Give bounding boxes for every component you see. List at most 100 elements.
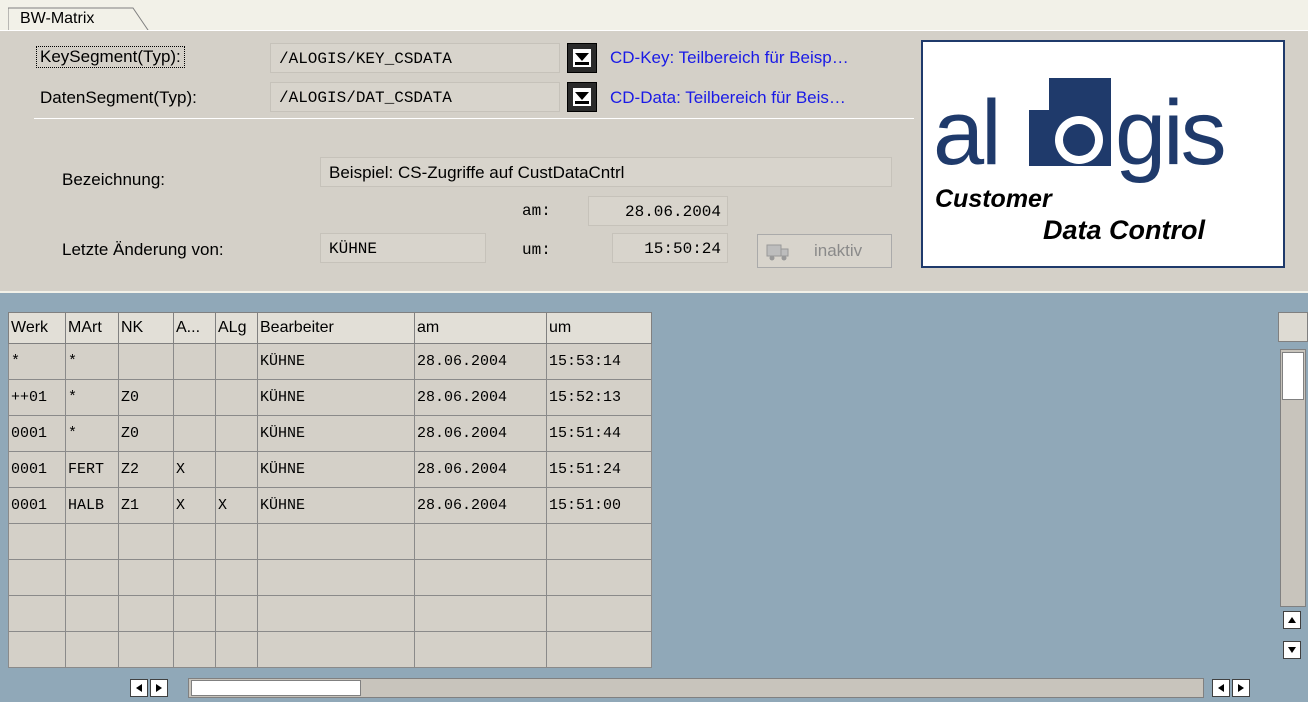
table-cell[interactable]: X [215,487,258,524]
inactive-button[interactable]: inaktiv [757,234,892,268]
horizontal-scrollbar[interactable] [188,678,1204,698]
table-cell[interactable]: 28.06.2004 [414,415,547,452]
table-cell[interactable] [414,595,547,632]
table-row[interactable]: * * KÜHNE 28.06.2004 15:53:14 [8,343,652,380]
tab-bw-matrix[interactable]: BW-Matrix [8,6,151,34]
table-row[interactable] [8,631,652,668]
table-cell[interactable] [8,631,66,668]
table-cell[interactable] [118,523,174,560]
column-header[interactable]: A... [173,312,216,344]
table-cell[interactable]: * [65,343,119,380]
column-scroll-right-button[interactable] [150,679,168,697]
table-row[interactable] [8,559,652,596]
table-cell[interactable] [546,523,652,560]
vertical-scroll-thumb[interactable] [1282,352,1304,400]
table-cell[interactable]: 28.06.2004 [414,451,547,488]
table-cell[interactable] [215,559,258,596]
table-cell[interactable] [173,379,216,416]
column-header[interactable]: ALg [215,312,258,344]
table-cell[interactable] [65,631,119,668]
column-header[interactable]: NK [118,312,174,344]
table-cell[interactable] [65,559,119,596]
table-cell[interactable]: 28.06.2004 [414,379,547,416]
table-cell[interactable]: FERT [65,451,119,488]
table-cell[interactable] [215,379,258,416]
table-cell[interactable]: 28.06.2004 [414,487,547,524]
table-cell[interactable]: 28.06.2004 [414,343,547,380]
table-cell[interactable]: HALB [65,487,119,524]
scroll-up-button[interactable] [1283,611,1301,629]
table-cell[interactable] [118,559,174,596]
data-segment-field[interactable]: /ALOGIS/DAT_CSDATA [270,82,560,112]
table-cell[interactable]: 15:53:14 [546,343,652,380]
table-cell[interactable]: * [8,343,66,380]
table-cell[interactable] [546,595,652,632]
table-cell[interactable] [215,595,258,632]
table-cell[interactable] [215,523,258,560]
table-cell[interactable]: Z1 [118,487,174,524]
table-cell[interactable]: KÜHNE [257,343,415,380]
key-segment-dropdown-button[interactable] [567,43,597,73]
table-row[interactable]: ++01 * Z0 KÜHNE 28.06.2004 15:52:13 [8,379,652,416]
table-cell[interactable]: 15:51:24 [546,451,652,488]
table-cell[interactable] [173,631,216,668]
table-cell[interactable] [65,595,119,632]
table-cell[interactable] [8,595,66,632]
table-row[interactable]: 0001 * Z0 KÜHNE 28.06.2004 15:51:44 [8,415,652,452]
table-row[interactable] [8,523,652,560]
table-cell[interactable] [118,343,174,380]
column-header[interactable]: um [546,312,652,344]
scroll-right-button[interactable] [1232,679,1250,697]
table-cell[interactable]: 0001 [8,487,66,524]
table-cell[interactable] [8,523,66,560]
scroll-down-button[interactable] [1283,641,1301,659]
table-cell[interactable] [173,595,216,632]
data-segment-dropdown-button[interactable] [567,82,597,112]
table-cell[interactable]: 15:51:00 [546,487,652,524]
table-row[interactable]: 0001 HALB Z1 X X KÜHNE 28.06.2004 15:51:00 [8,487,652,524]
table-cell[interactable] [65,523,119,560]
table-cell[interactable] [118,631,174,668]
column-header[interactable]: am [414,312,547,344]
table-cell[interactable]: 0001 [8,415,66,452]
table-cell[interactable]: * [65,379,119,416]
table-cell[interactable]: X [173,451,216,488]
table-cell[interactable] [546,559,652,596]
table-cell[interactable]: 15:51:44 [546,415,652,452]
table-cell[interactable] [414,559,547,596]
table-settings-button[interactable] [1278,312,1308,342]
table-cell[interactable]: 0001 [8,451,66,488]
table-cell[interactable] [257,595,415,632]
table-cell[interactable] [215,343,258,380]
table-cell[interactable]: KÜHNE [257,487,415,524]
table-cell[interactable] [118,595,174,632]
table-cell[interactable]: X [173,487,216,524]
table-cell[interactable] [414,523,547,560]
table-cell[interactable] [257,631,415,668]
table-cell[interactable]: Z0 [118,415,174,452]
scroll-left-button[interactable] [1212,679,1230,697]
bezeichnung-field[interactable]: Beispiel: CS-Zugriffe auf CustDataCntrl [320,157,892,187]
table-cell[interactable] [8,559,66,596]
column-header[interactable]: MArt [65,312,119,344]
table-cell[interactable] [257,523,415,560]
table-cell[interactable]: Z0 [118,379,174,416]
table-cell[interactable]: KÜHNE [257,379,415,416]
vertical-scrollbar[interactable] [1280,349,1306,607]
table-cell[interactable] [173,415,216,452]
horizontal-scroll-thumb[interactable] [191,680,361,696]
table-cell[interactable] [414,631,547,668]
table-cell[interactable]: ++01 [8,379,66,416]
table-row[interactable]: 0001 FERT Z2 X KÜHNE 28.06.2004 15:51:24 [8,451,652,488]
table-cell[interactable] [173,559,216,596]
table-cell[interactable] [215,451,258,488]
table-cell[interactable] [173,343,216,380]
table-cell[interactable]: KÜHNE [257,451,415,488]
column-header[interactable]: Bearbeiter [257,312,415,344]
table-cell[interactable]: * [65,415,119,452]
table-cell[interactable] [215,415,258,452]
table-row[interactable] [8,595,652,632]
key-segment-field[interactable]: /ALOGIS/KEY_CSDATA [270,43,560,73]
table-cell[interactable] [257,559,415,596]
table-cell[interactable]: Z2 [118,451,174,488]
